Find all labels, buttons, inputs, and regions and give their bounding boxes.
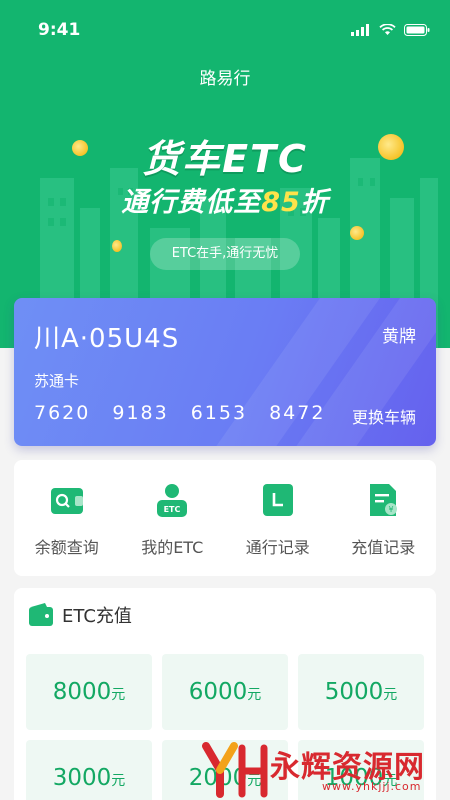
recharge-record-icon: ¥ — [370, 484, 398, 516]
signal-icon — [351, 24, 369, 36]
menu-label: 我的ETC — [141, 538, 204, 557]
card-number-group: 9183 — [112, 402, 169, 424]
hero-banner: 9:41 路易行 货车ETC 通行费低至85折 ETC在手,通行无忧 — [0, 0, 450, 348]
plate-type: 黄牌 — [382, 327, 416, 347]
coin-icon — [350, 226, 364, 240]
banner-discount: 85 — [261, 187, 301, 218]
etc-card[interactable]: 川A·05U4S 黄牌 苏通卡 7620 9183 6153 8472 更换车辆 — [14, 298, 436, 446]
battery-icon — [404, 24, 430, 36]
card-number-group: 7620 — [34, 402, 91, 424]
watermark: 永辉资源网 www.yhkjjj.com — [200, 740, 450, 800]
watermark-url: www.yhkjjj.com — [322, 780, 422, 793]
amount-option[interactable]: 5000元 — [298, 654, 424, 730]
amount-option[interactable]: 3000元 — [26, 740, 152, 800]
menu-item-recharge-record[interactable]: ¥ 充值记录 — [331, 460, 437, 576]
card-type: 苏通卡 — [34, 372, 80, 390]
menu-label: 余额查询 — [34, 538, 99, 557]
amount-value: 5000 — [324, 679, 384, 705]
banner-pill[interactable]: ETC在手,通行无忧 — [150, 238, 300, 270]
card-number-group: 6153 — [190, 402, 248, 424]
app-title: 路易行 — [199, 69, 251, 89]
svg-text:ETC: ETC — [164, 505, 181, 514]
coin-icon — [112, 240, 122, 252]
menu-label: 通行记录 — [245, 538, 310, 557]
card-number-group: 8472 — [269, 402, 326, 424]
svg-text:¥: ¥ — [389, 505, 394, 514]
menu-item-balance[interactable]: 余额查询 — [14, 460, 120, 576]
recharge-title: ETC充值 — [62, 606, 132, 627]
card-number: 7620 9183 6153 8472 — [34, 402, 325, 424]
amount-option[interactable]: 8000元 — [26, 654, 152, 730]
watermark-logo — [202, 742, 268, 798]
recharge-header: ETC充值 — [28, 602, 132, 628]
travel-record-icon — [262, 484, 293, 516]
banner-subtitle: 通行费低至85折 — [0, 180, 450, 219]
amount-option[interactable]: 6000元 — [162, 654, 288, 730]
amount-unit: 元 — [111, 687, 126, 703]
banner-subtitle-prefix: 通行费低至 — [121, 187, 262, 218]
amount-unit: 元 — [383, 687, 398, 703]
etc-user-icon: ETC — [157, 484, 188, 517]
amount-unit: 元 — [247, 687, 262, 703]
status-icons — [351, 24, 430, 36]
wallet-search-icon — [50, 488, 83, 514]
amount-unit: 元 — [111, 773, 126, 789]
quick-menu: 余额查询 ETC 我的ETC 通行记录 ¥ 充值记录 — [14, 460, 436, 576]
change-vehicle-button[interactable]: 更换车辆 — [352, 404, 416, 428]
plate-number: 川A·05U4S — [34, 324, 180, 354]
menu-item-travel-record[interactable]: 通行记录 — [225, 460, 331, 576]
menu-label: 充值记录 — [351, 538, 416, 557]
status-bar: 9:41 — [0, 0, 450, 60]
wifi-icon — [379, 24, 396, 35]
banner-subtitle-suffix: 折 — [300, 187, 329, 218]
banner-title: 货车ETC — [142, 137, 308, 181]
wallet-icon — [29, 603, 53, 626]
amount-value: 3000 — [52, 765, 112, 791]
status-time: 9:41 — [38, 20, 81, 40]
amount-value: 8000 — [52, 679, 112, 705]
menu-item-my-etc[interactable]: ETC 我的ETC — [120, 460, 226, 576]
amount-value: 6000 — [188, 679, 248, 705]
